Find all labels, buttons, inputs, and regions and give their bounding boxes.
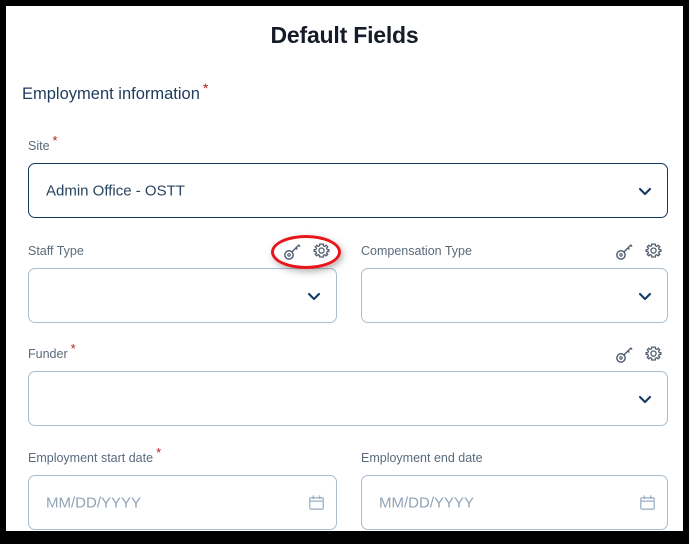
label-staff-type-text: Staff Type bbox=[28, 244, 84, 258]
chevron-down-icon[interactable] bbox=[637, 183, 653, 199]
required-asterisk-start-date: * bbox=[156, 444, 162, 460]
label-employment-end-date: Employment end date bbox=[361, 451, 483, 465]
gear-icon[interactable] bbox=[644, 345, 663, 364]
page-title: Default Fields bbox=[270, 22, 419, 48]
label-site-text: Site bbox=[28, 139, 50, 153]
gear-icon[interactable] bbox=[312, 242, 331, 261]
calendar-icon[interactable] bbox=[640, 494, 655, 511]
chevron-down-icon[interactable] bbox=[306, 288, 322, 304]
required-asterisk-site: * bbox=[52, 132, 58, 148]
section-heading-employment-information: Employment information * bbox=[22, 81, 208, 104]
calendar-icon[interactable] bbox=[309, 494, 324, 511]
key-icon[interactable] bbox=[283, 242, 302, 261]
label-compensation-type: Compensation Type bbox=[361, 244, 472, 258]
label-employment-end-date-text: Employment end date bbox=[361, 451, 483, 465]
required-asterisk-funder: * bbox=[70, 340, 76, 356]
label-employment-start-date-text: Employment start date bbox=[28, 451, 154, 465]
date-employment-end-date[interactable]: MM/DD/YYYY bbox=[361, 475, 668, 530]
select-site[interactable]: Admin Office - OSTT bbox=[28, 163, 668, 218]
date-employment-end-date-placeholder: MM/DD/YYYY bbox=[379, 494, 475, 511]
key-icon[interactable] bbox=[615, 242, 634, 261]
date-employment-start-date[interactable]: MM/DD/YYYY bbox=[28, 475, 337, 530]
required-asterisk: * bbox=[202, 79, 209, 96]
key-icon[interactable] bbox=[615, 345, 634, 364]
label-compensation-type-text: Compensation Type bbox=[361, 244, 472, 258]
app-window: Default Fields Employment information * S… bbox=[6, 6, 683, 531]
select-funder[interactable] bbox=[28, 371, 668, 426]
chevron-down-icon[interactable] bbox=[637, 288, 653, 304]
label-site: Site * bbox=[28, 134, 58, 153]
label-funder: Funder * bbox=[28, 342, 76, 361]
label-staff-type: Staff Type bbox=[28, 244, 84, 258]
date-employment-start-date-placeholder: MM/DD/YYYY bbox=[46, 494, 142, 511]
gear-icon[interactable] bbox=[644, 242, 663, 261]
select-compensation-type[interactable] bbox=[361, 268, 668, 323]
chevron-down-icon[interactable] bbox=[637, 391, 653, 407]
label-employment-start-date: Employment start date * bbox=[28, 446, 161, 465]
select-staff-type[interactable] bbox=[28, 268, 337, 323]
label-funder-text: Funder bbox=[28, 347, 68, 361]
select-site-value: Admin Office - OSTT bbox=[46, 182, 185, 199]
section-heading-label: Employment information bbox=[22, 85, 200, 103]
